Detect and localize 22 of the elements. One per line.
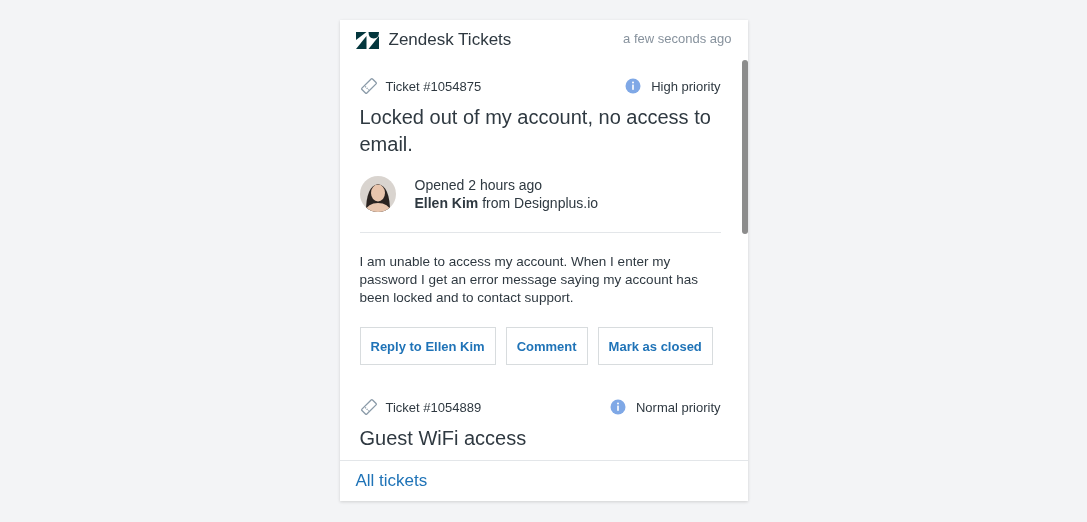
avatar	[359, 176, 396, 212]
ticket-title: Locked out of my account, no access to email.	[359, 105, 712, 157]
ticket-number: Ticket #1054889	[385, 399, 483, 415]
action-button[interactable]: Comment	[505, 327, 588, 365]
info-icon	[625, 78, 642, 94]
ticket-icon	[359, 77, 378, 95]
ticket-icon	[359, 398, 378, 416]
info-icon	[610, 399, 626, 415]
ticket-title: Guest WiFi access	[359, 426, 528, 451]
action-button[interactable]: Mark as closed	[597, 327, 713, 365]
action-button[interactable]: Reply to Ellen Kim	[359, 327, 496, 365]
ticket-priority: High priority	[651, 78, 721, 94]
app-title: Zendesk Tickets	[388, 30, 513, 50]
ticket-description: I am unable to access my account. When I enter my password I get an error message saying my account has been locked and to contact support.	[359, 232, 721, 307]
scrollbar-thumb[interactable]	[741, 60, 748, 234]
zendesk-logo	[355, 31, 379, 49]
all-tickets-link[interactable]: All tickets	[355, 471, 428, 491]
ticket-number: Ticket #1054875	[385, 78, 483, 94]
ticket-priority: Normal priority	[636, 399, 721, 415]
opened-time: Opened 2 hours ago	[414, 176, 544, 194]
requester-name: Ellen Kim from Designplus.io	[414, 194, 599, 212]
timestamp: a few seconds ago	[623, 31, 732, 46]
